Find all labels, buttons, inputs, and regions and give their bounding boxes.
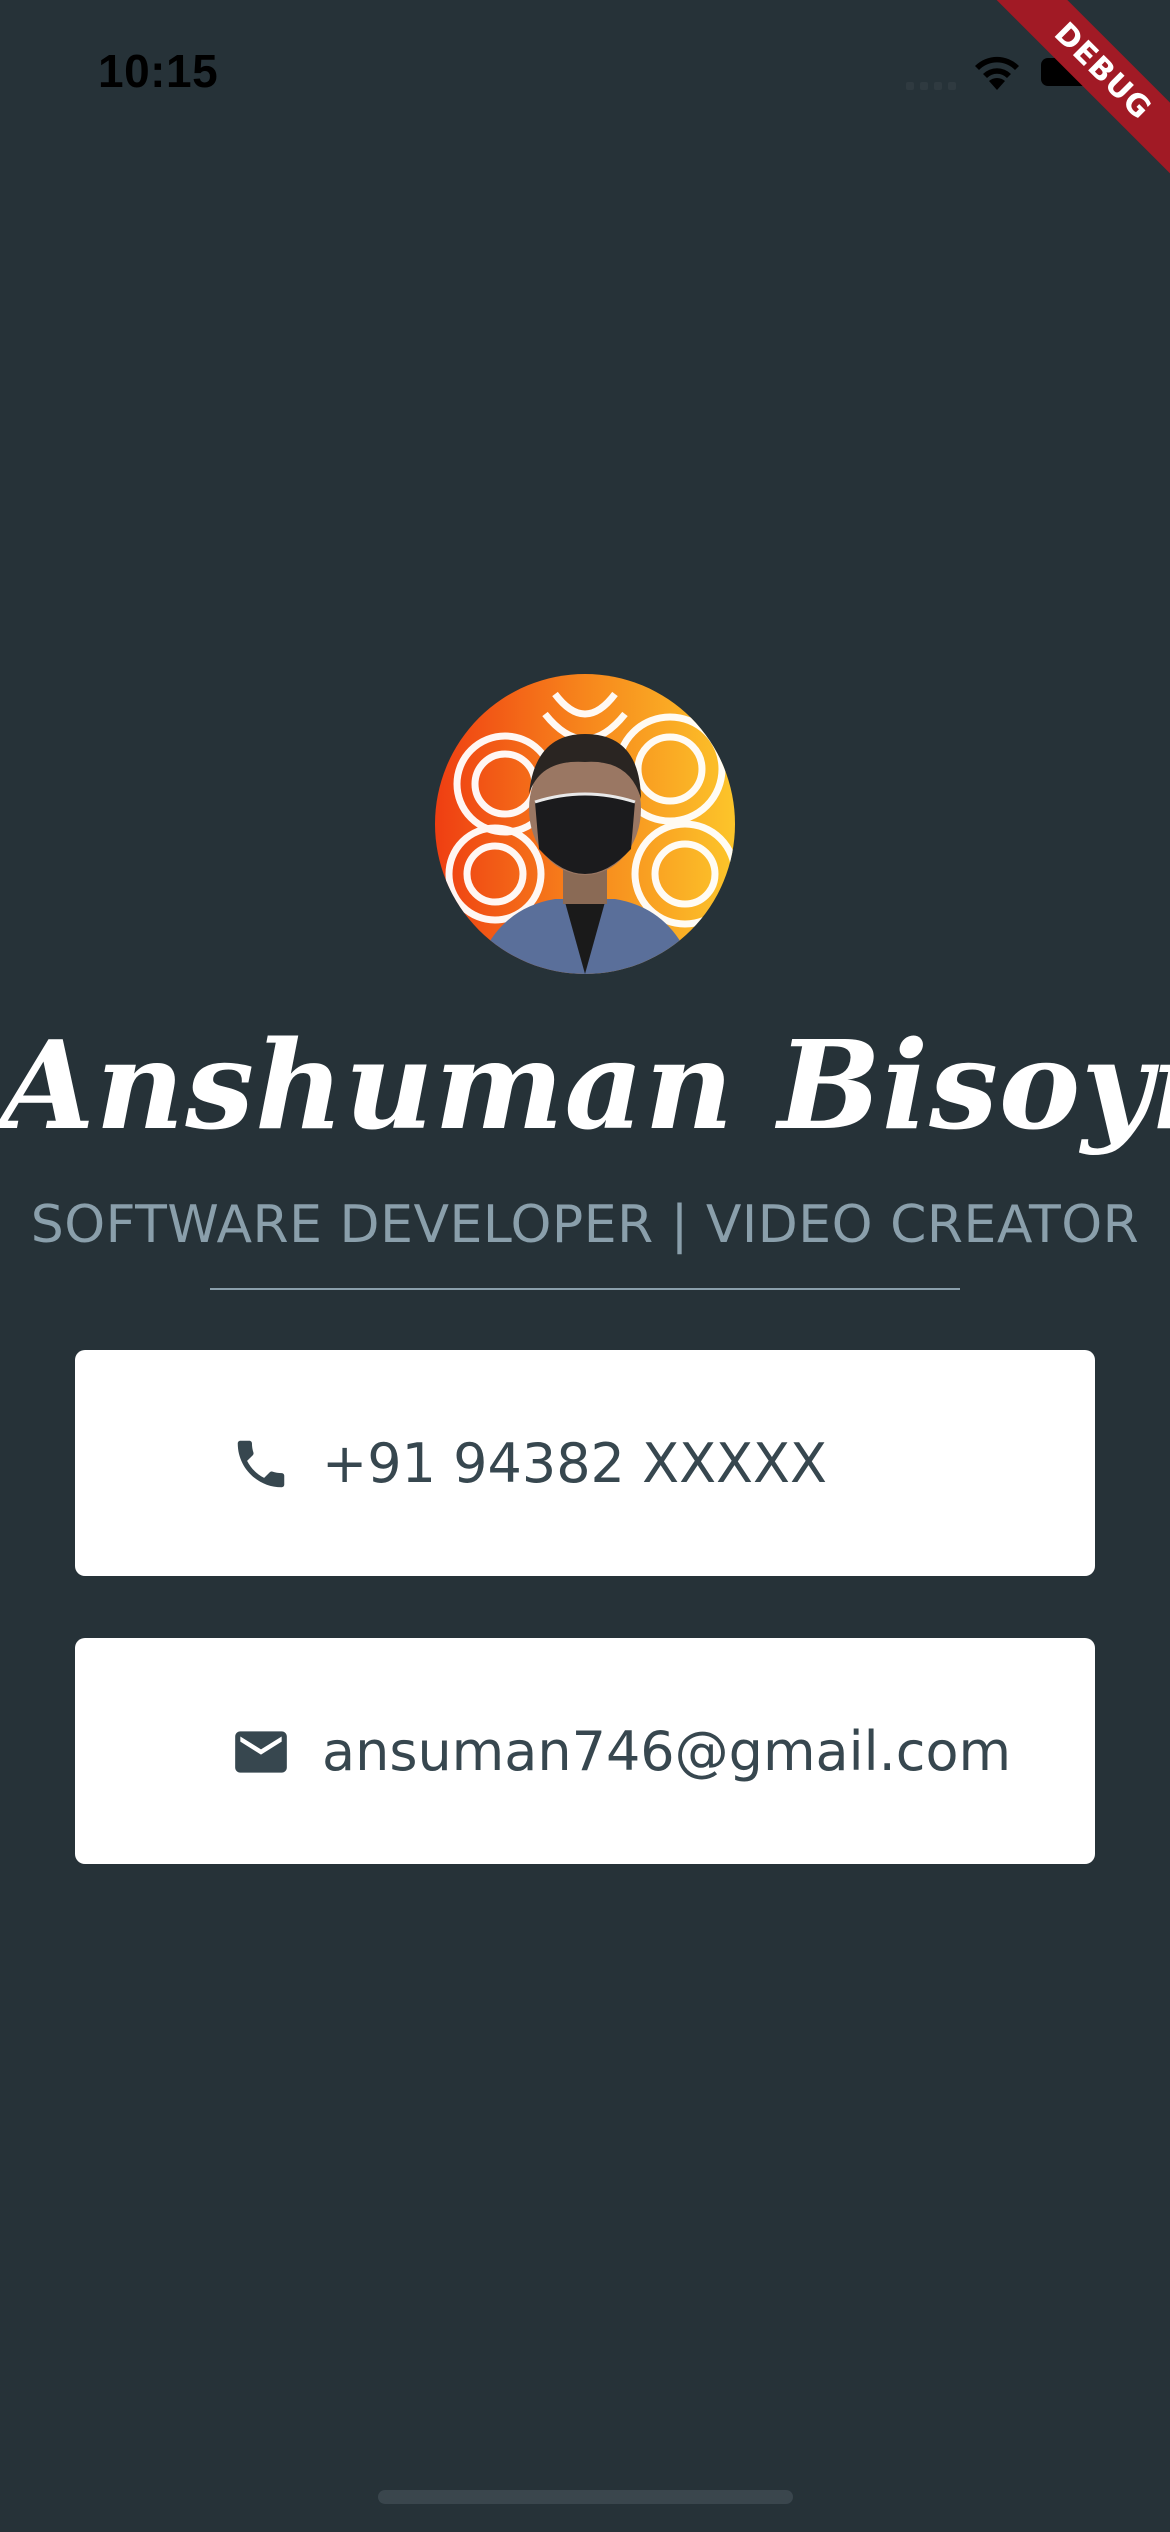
avatar — [435, 674, 735, 974]
email-card[interactable]: ansuman746@gmail.com — [75, 1638, 1095, 1864]
phone-card[interactable]: +91 94382 XXXXX — [75, 1350, 1095, 1576]
debug-banner-label: DEBUG — [982, 0, 1170, 192]
phone-number: +91 94382 XXXXX — [322, 1431, 828, 1495]
debug-banner: DEBUG — [970, 0, 1170, 200]
profile-photo — [435, 674, 735, 974]
divider — [210, 1288, 960, 1290]
status-bar-time: 10:15 — [98, 45, 219, 97]
email-address: ansuman746@gmail.com — [322, 1719, 1012, 1783]
home-indicator[interactable] — [378, 2490, 793, 2504]
profile-role: SOFTWARE DEVELOPER | VIDEO CREATOR — [30, 1195, 1140, 1255]
profile-name: Anshuman Bisoyi — [0, 1013, 1170, 1157]
mail-icon — [230, 1721, 292, 1783]
phone-icon — [230, 1433, 292, 1495]
cellular-signal-icon — [906, 82, 958, 90]
